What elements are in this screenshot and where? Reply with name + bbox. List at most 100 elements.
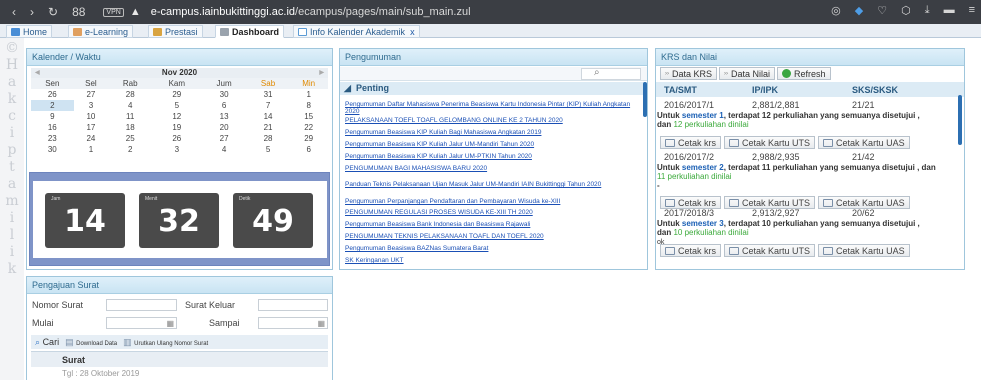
announcement-link[interactable]: PELAKSANAAN TOEFL TOAFL GELOMBANG ONLINE… [345,117,645,124]
calendar-day[interactable]: 26 [152,133,201,144]
cetak-uts-button[interactable]: Cetak Kartu UTS [724,244,816,257]
calendar-day[interactable]: 18 [108,122,152,133]
calendar-day[interactable]: 15 [289,111,328,122]
calendar-day[interactable]: 5 [152,100,201,111]
cari-button[interactable]: ⌕ Cari [35,337,59,348]
calendar-day[interactable]: 27 [201,133,246,144]
calendar-day[interactable]: 3 [74,100,109,111]
calendar-day[interactable]: 30 [201,89,246,100]
calendar-day[interactable]: 27 [74,89,109,100]
calendar-day[interactable]: 2 [108,144,152,155]
cetak-uts-button[interactable]: Cetak Kartu UTS [724,136,816,149]
cetak-krs-button[interactable]: Cetak krs [660,244,722,257]
urutkan-button[interactable]: ▥ Urutkan Ulang Nomor Surat [123,337,208,348]
announcement-link[interactable]: PENGUMUMAN TEKNIS PELAKSANAAN TOAFL DAN … [345,233,645,240]
pengumuman-search-input[interactable] [581,68,641,80]
tab-info-kalender[interactable]: Info Kalender Akademik x [293,25,420,38]
calendar-day[interactable]: 11 [108,111,152,122]
calendar-day[interactable]: 12 [152,111,201,122]
prev-month-icon[interactable]: ◀ [35,68,40,78]
calendar-day[interactable]: 26 [31,89,74,100]
data-krs-button[interactable]: ›› Data KRS [660,67,718,80]
calendar-day[interactable]: 1 [74,144,109,155]
tab-elearning[interactable]: e-Learning [68,25,134,38]
calendar-day[interactable]: 21 [247,122,290,133]
announcement-link[interactable]: Pengumuman Daftar Mahasiswa Penerima Bea… [345,101,645,115]
calendar-day[interactable]: 3 [152,144,201,155]
announcement-link[interactable]: Panduan Teknis Pelaksanaan Ujian Masuk J… [345,181,645,188]
calendar-day[interactable]: 29 [152,89,201,100]
calendar-day[interactable]: 7 [247,100,290,111]
calendar-day[interactable]: 19 [152,122,201,133]
calendar-day[interactable]: 4 [108,100,152,111]
camera-icon[interactable]: ◎ [831,4,841,17]
forward-icon[interactable]: › [30,5,34,19]
refresh-button[interactable]: Refresh [777,67,831,80]
calendar-day[interactable]: 25 [108,133,152,144]
sampai-date-input[interactable]: ▦ [258,317,328,329]
announcement-link[interactable]: SK Keringanan UKT [345,257,645,264]
calendar-picker-icon[interactable]: ▦ [317,319,325,328]
surat-keluar-input[interactable] [258,299,328,311]
calendar-day[interactable]: 14 [247,111,290,122]
speed-dial-count[interactable]: 88 [72,5,85,19]
calendar-day[interactable]: 22 [289,122,328,133]
address-bar[interactable]: e-campus.iainbukittinggi.ac.id/ecampus/p… [151,6,471,18]
announcement-link[interactable]: PENGUMUMAN REGULASI PROSES WISUDA KE-XII… [345,209,645,216]
announcement-link[interactable]: Pengumuman Perpanjangan Pendaftaran dan … [345,198,645,205]
calendar-day[interactable]: 9 [31,111,74,122]
calendar-day[interactable]: 10 [74,111,109,122]
data-nilai-button[interactable]: ›› Data Nilai [719,67,776,80]
calendar-day[interactable]: 13 [201,111,246,122]
calendar-day[interactable]: 8 [289,100,328,111]
vpn-badge[interactable]: VPN [103,7,124,17]
close-tab-icon[interactable]: x [410,27,415,37]
table-row[interactable]: Tgl : 28 Oktober 2019 [31,369,328,380]
security-warning-icon[interactable]: ▲ [130,6,141,18]
next-month-icon[interactable]: ▶ [319,68,324,78]
announcement-link[interactable]: Pengumuman Beasiswa KIP Kuliah Bagi Maha… [345,129,645,136]
announcement-link[interactable]: PENGUMUMAN BAGI MAHASISWA BARU 2020 [345,165,645,172]
mulai-date-input[interactable]: ▦ [106,317,177,329]
calendar-day[interactable]: 28 [108,89,152,100]
announcement-link[interactable]: Pengumuman Beasiswa KIP Kuliah Jalur UM-… [345,153,645,160]
calendar-day[interactable]: 16 [31,122,74,133]
calendar-day[interactable]: 24 [74,133,109,144]
calendar-day[interactable]: 29 [289,133,328,144]
tab-home[interactable]: Home [6,25,53,38]
announcement-link[interactable]: Pengumuman Beasiswa Bank Indonesia dan B… [345,221,645,228]
calendar-picker-icon[interactable]: ▦ [166,319,174,328]
battery-icon[interactable]: ▬ [944,4,955,17]
tab-prestasi[interactable]: Prestasi [148,25,203,38]
announcement-link[interactable]: Pengumuman Beasiswa BAZNas Sumatera Bara… [345,245,645,252]
cetak-uas-button[interactable]: Cetak Kartu UAS [818,136,910,149]
calendar-day[interactable]: 6 [289,144,328,155]
calendar-month[interactable]: Nov 2020 [162,68,197,77]
back-icon[interactable]: ‹ [12,5,16,19]
heart-icon[interactable]: ♡ [877,4,887,17]
search-icon[interactable]: ⌕ [594,67,600,78]
calendar-day[interactable]: 30 [31,144,74,155]
calendar-day[interactable]: 1 [289,89,328,100]
scrollbar[interactable] [958,95,962,145]
calendar-day[interactable]: 5 [247,144,290,155]
download-data-button[interactable]: ▤ Download Data [65,337,117,348]
calendar-day[interactable]: 4 [201,144,246,155]
menu-icon[interactable]: ≡ [969,4,975,17]
shield-icon[interactable]: ◆ [855,4,863,17]
nomor-surat-input[interactable] [106,299,177,311]
calendar-day[interactable]: 23 [31,133,74,144]
announcement-link[interactable]: Pengumuman Beasiswa KIP Kuliah Jalur UM-… [345,141,645,148]
calendar-day[interactable]: 20 [201,122,246,133]
reload-icon[interactable]: ↻ [48,5,58,19]
cube-icon[interactable]: ⬡ [901,4,911,17]
calendar-day[interactable]: 2 [31,100,74,111]
calendar-day[interactable]: 17 [74,122,109,133]
tab-dashboard[interactable]: Dashboard [215,25,285,38]
calendar-day[interactable]: 6 [201,100,246,111]
calendar-day[interactable]: 31 [247,89,290,100]
cetak-uas-button[interactable]: Cetak Kartu UAS [818,244,910,257]
cetak-krs-button[interactable]: Cetak krs [660,136,722,149]
calendar-day[interactable]: 28 [247,133,290,144]
group-penting[interactable]: ◢ Penting [340,82,646,95]
